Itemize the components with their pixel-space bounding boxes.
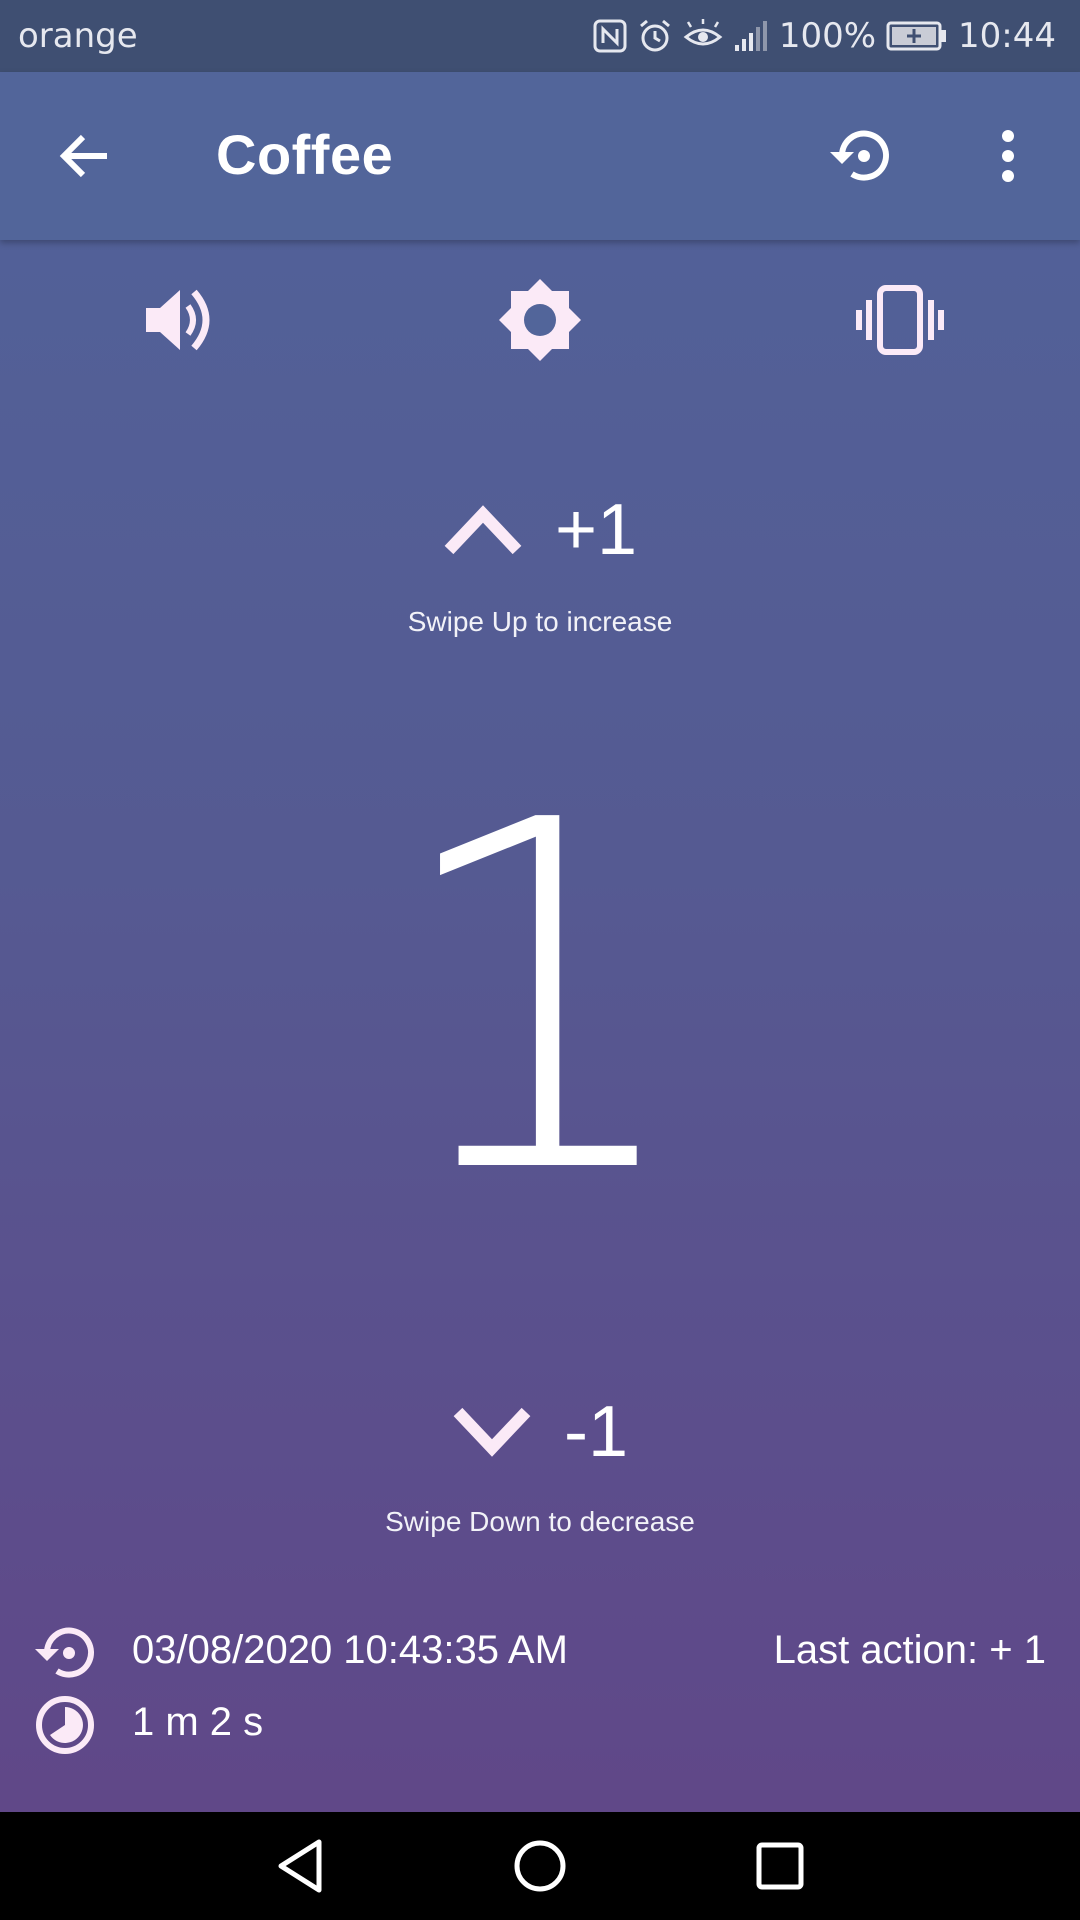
nav-home-button[interactable] (500, 1826, 580, 1906)
status-bar: orange 100% 10:44 (0, 0, 1080, 72)
arrow-back-icon (59, 134, 107, 178)
back-button[interactable] (44, 116, 124, 196)
vibrate-icon (856, 285, 944, 355)
brightness-icon (499, 279, 581, 361)
counter-value[interactable]: 1 (0, 760, 1080, 1240)
battery-charging-icon (886, 20, 948, 52)
reset-button[interactable] (820, 116, 900, 196)
more-vert-icon (1002, 130, 1014, 182)
sound-toggle[interactable] (130, 270, 230, 370)
reset-history-icon (830, 130, 889, 181)
vibration-toggle[interactable] (850, 270, 950, 370)
circle-home-icon (514, 1840, 566, 1892)
nav-recents-button[interactable] (740, 1826, 820, 1906)
triangle-back-icon (278, 1839, 322, 1893)
square-recents-icon (756, 1842, 804, 1890)
alarm-icon (637, 18, 673, 54)
signal-icon (733, 19, 769, 53)
decrease-step: -1 (563, 1392, 629, 1472)
increase-step: +1 (554, 490, 638, 570)
increase-hint: Swipe Up to increase (407, 606, 673, 637)
chevron-up-icon (444, 505, 522, 555)
app-bar: Coffee (0, 72, 1080, 240)
increase-indicator[interactable]: +1 (0, 490, 1080, 570)
volume-icon (146, 289, 210, 351)
brightness-toggle[interactable] (490, 270, 590, 370)
last-reset-row: 03/08/2020 10:43:35 AM Last action: + 1 (0, 1618, 1080, 1688)
elapsed-row: 1 m 2 s (0, 1690, 1080, 1760)
reset-history-icon (30, 1618, 100, 1688)
elapsed-time: 1 m 2 s (132, 1700, 264, 1744)
battery-percent: 100% (778, 16, 877, 56)
decrease-hint: Swipe Down to decrease (385, 1506, 695, 1537)
carrier-name: orange (18, 16, 138, 56)
eye-comfort-icon (683, 19, 723, 53)
more-options-button[interactable] (968, 116, 1048, 196)
clock-time: 10:44 (958, 16, 1056, 56)
page-title: Coffee (216, 123, 394, 186)
last-action: Last action: + 1 (773, 1628, 1046, 1672)
last-reset-timestamp: 03/08/2020 10:43:35 AM (132, 1628, 568, 1672)
nfc-icon (593, 19, 627, 53)
nav-back-button[interactable] (260, 1826, 340, 1906)
decrease-indicator[interactable]: -1 (0, 1392, 1080, 1472)
chevron-down-icon (453, 1407, 531, 1457)
timer-pie-icon (30, 1690, 100, 1760)
system-nav-bar (0, 1812, 1080, 1920)
